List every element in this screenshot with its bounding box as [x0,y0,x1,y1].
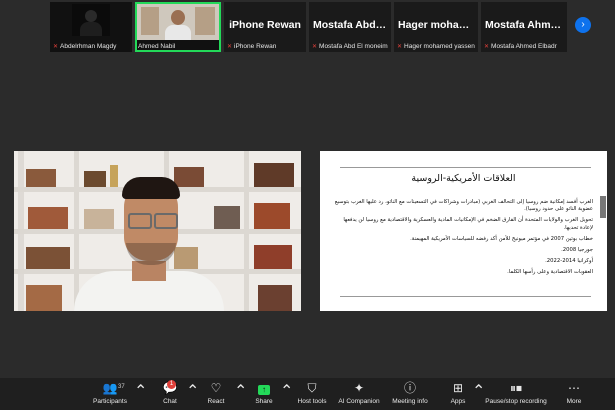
slide-bullet: تحويل الغرب والولايات المتحدة أن الفارق … [343,217,593,231]
participant-strip: ✕ Abdelrhman Magdy Ahmed Nabil iPhone Rew… [50,2,570,52]
share-label: Share [255,398,273,405]
slide-bullet: العقوبات الاقتصادية وعلى رأسها الكلما. [507,269,593,276]
chat-label: Chat [163,398,177,405]
participant-tile[interactable]: Mostafa Ahmed... ✕ Mostafa Ahmed Elbadr [481,2,567,52]
apps-icon: ⊞ [452,381,464,395]
mic-muted-icon: ✕ [397,44,403,50]
chat-icon: 💬1 [156,380,184,397]
meeting-info-label: Meeting info [392,398,428,405]
mic-muted-icon: ✕ [53,44,59,50]
next-page-arrow-icon[interactable]: › [575,17,591,33]
ai-companion-button[interactable]: ✦ AI Companion [336,381,382,405]
share-menu-chevron-icon[interactable]: ⌃ [280,381,293,401]
chat-menu-chevron-icon[interactable]: ⌃ [186,381,199,401]
participant-tile[interactable]: ✕ Abdelrhman Magdy [50,2,132,52]
participant-name: Mostafa Ahmed Elbadr [491,43,557,50]
mic-muted-icon: ✕ [312,44,318,50]
side-panel-handle[interactable] [600,196,606,218]
pause-stop-recording-icon: ⏸⏹ [509,381,522,395]
participants-menu-chevron-icon[interactable]: ⌃ [134,381,147,401]
apps-label: Apps [450,398,466,405]
participant-tile[interactable]: iPhone Rewan ✕ iPhone Rewan [224,2,306,52]
heart-icon: ♡ [210,381,222,395]
participant-display-name: Hager mohame... [398,19,474,31]
meeting-info-button[interactable]: ⓘ Meeting info [388,381,432,405]
mic-muted-icon: ✕ [227,44,233,50]
participants-icon: 👥 [102,381,118,395]
react-label: React [207,398,225,405]
more-dots-icon: ⋯ [568,381,580,395]
participant-tile[interactable]: Hager mohame... ✕Hager mohamed yassen [394,2,478,52]
participant-tile-active[interactable]: Ahmed Nabil [135,2,221,52]
slide-bullet: الغرب أفسد إمكانية ضم روسيا إلى التحالف … [334,199,593,213]
slide-title: العلاقات الأمريكية-الروسية [411,173,516,184]
participant-name: Abdelrhman Magdy [60,43,117,50]
slide-bullet: أوكرانيا 2014-2022. [545,258,593,265]
participants-label: Participants [93,398,127,405]
meeting-toolbar: 👥 37 Participants ⌃ 💬1 Chat ⌃ ♡ React ⌃ … [0,378,615,410]
participant-name: Mostafa Abd El moneim [319,43,388,50]
react-menu-chevron-icon[interactable]: ⌃ [234,381,247,401]
participant-tile[interactable]: Mostafa Abd El... ✕Mostafa Abd El moneim [309,2,391,52]
participant-name: iPhone Rewan [234,43,277,50]
participant-display-name: iPhone Rewan [229,19,301,31]
slide-bottom-rule [340,296,591,297]
share-button[interactable]: ↑ Share [250,381,278,405]
share-screen-icon: ↑ [258,385,270,395]
sparkle-icon: ✦ [353,381,365,395]
react-button[interactable]: ♡ React [202,381,230,405]
chat-badge: 1 [167,380,176,389]
participant-display-name: Mostafa Ahmed... [485,19,563,31]
participant-name: Ahmed Nabil [138,43,176,50]
participants-count: 37 [118,384,125,390]
ai-companion-label: AI Companion [338,398,380,405]
shared-slide: العلاقات الأمريكية-الروسية الغرب أفسد إم… [320,151,607,311]
apps-button[interactable]: ⊞ Apps [444,381,472,405]
more-button[interactable]: ⋯ More [560,381,588,405]
host-tools-button[interactable]: ⛉ Host tools [294,381,330,405]
slide-bullet: جورجيا 2008. [561,247,593,254]
slide-top-rule [340,167,591,168]
recording-label: Pause/stop recording [485,398,547,405]
more-label: More [566,398,582,405]
participant-video [72,4,110,36]
chat-button[interactable]: 💬1 Chat [156,380,184,405]
shield-icon: ⛉ [307,381,317,395]
recording-button[interactable]: ⏸⏹ Pause/stop recording [482,381,550,405]
participants-button[interactable]: 👥 37 Participants [88,381,132,405]
slide-bullet: خطاب بوتين 2007 في مؤتمر ميونيخ للأمن أك… [410,235,593,242]
participant-name: Hager mohamed yassen [404,43,475,50]
slide-bullets: الغرب أفسد إمكانية ضم روسيا إلى التحالف … [334,199,593,281]
info-icon: ⓘ [403,381,416,395]
participant-display-name: Mostafa Abd El... [313,19,387,31]
participant-video [137,4,219,40]
speaker-video [14,151,301,311]
mic-muted-icon: ✕ [484,44,490,50]
host-tools-label: Host tools [297,398,327,405]
